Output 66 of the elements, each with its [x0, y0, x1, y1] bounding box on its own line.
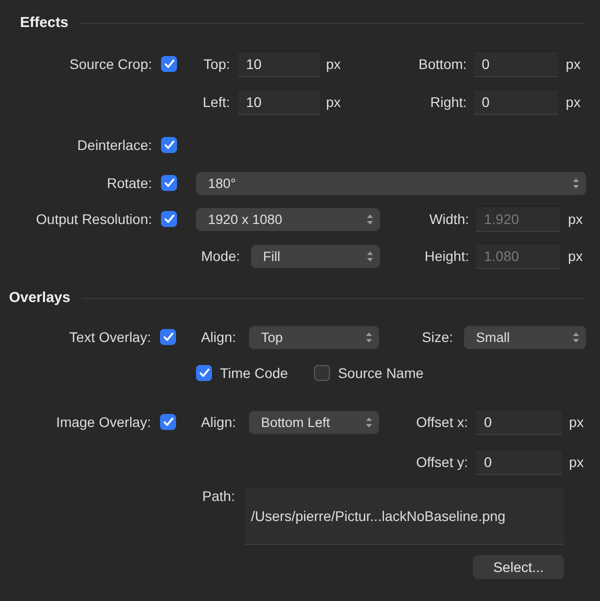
select-button[interactable]: Select... [473, 555, 564, 579]
unit-label: px [566, 94, 581, 110]
field-label: Left: [202, 94, 230, 110]
field-label: Source Crop: [68, 56, 152, 72]
dropdown[interactable]: 180° [196, 172, 586, 194]
field-label: Top: [202, 56, 230, 72]
field-label: Width: [428, 211, 469, 227]
field-label: Deinterlace: [76, 137, 152, 153]
dropdown[interactable]: 1920 x 1080 [196, 208, 380, 230]
unit-label: px [568, 211, 583, 227]
field-label: Offset y: [415, 454, 468, 470]
unit-label: px [566, 56, 581, 72]
checkbox[interactable] [160, 414, 176, 430]
field-label: Image Overlay: [55, 414, 151, 430]
checkmark-icon [162, 417, 174, 427]
field-label: Align: [200, 329, 236, 345]
stepper-icon [365, 416, 373, 428]
checkmark-icon [198, 368, 210, 378]
checkbox[interactable] [161, 175, 177, 191]
checkmark-icon [162, 332, 174, 342]
checkmark-icon [164, 140, 174, 150]
input-field[interactable]: 0 [476, 449, 562, 475]
input-field[interactable]: 10 [238, 89, 320, 115]
checkbox[interactable] [160, 329, 176, 345]
unit-label: px [568, 248, 583, 264]
checkbox-label: Time Code [220, 365, 288, 381]
path-field[interactable]: /Users/pierre/Pictur...lackNoBaseline.png [245, 488, 564, 545]
dropdown[interactable]: Small [464, 326, 586, 348]
input-field[interactable]: 0 [474, 51, 558, 77]
stepper-icon [366, 250, 374, 262]
stepper-icon [572, 176, 580, 190]
field-label: Right: [429, 94, 467, 110]
dropdown[interactable]: Top [249, 326, 379, 348]
stepper-icon [366, 212, 374, 226]
field-label: Size: [420, 329, 453, 345]
field-label: Mode: [200, 248, 240, 264]
unit-label: px [326, 94, 341, 110]
unit-label: px [569, 414, 584, 430]
input-field[interactable]: 10 [238, 51, 320, 77]
field-label: Text Overlay: [68, 329, 151, 345]
field-label: Output Resolution: [35, 211, 152, 227]
stepper-icon [572, 330, 580, 344]
stepper-icon [365, 330, 373, 344]
field-label: Offset x: [415, 414, 468, 430]
unit-label: px [326, 56, 341, 72]
checkmark-icon [164, 59, 174, 69]
section-title: Effects [20, 15, 68, 31]
dropdown[interactable]: Fill [251, 244, 380, 268]
checkbox[interactable] [161, 137, 177, 153]
checkbox-label: Source Name [338, 365, 424, 381]
field-label: Bottom: [418, 56, 467, 72]
checkbox[interactable] [314, 365, 330, 381]
checkmark-icon [164, 178, 174, 188]
checkbox[interactable] [196, 365, 212, 381]
checkmark-icon [164, 214, 174, 224]
unit-label: px [569, 454, 584, 470]
field-label: Align: [200, 414, 236, 430]
input-field[interactable]: 0 [476, 409, 562, 435]
input-field[interactable]: 0 [474, 89, 558, 115]
field-label: Height: [424, 248, 469, 264]
field-label: Rotate: [106, 175, 152, 191]
checkbox[interactable] [161, 56, 177, 72]
section-title: Overlays [9, 290, 70, 306]
checkbox[interactable] [161, 211, 177, 227]
dropdown[interactable]: Bottom Left [249, 410, 379, 434]
field-label: Path: [201, 488, 235, 504]
